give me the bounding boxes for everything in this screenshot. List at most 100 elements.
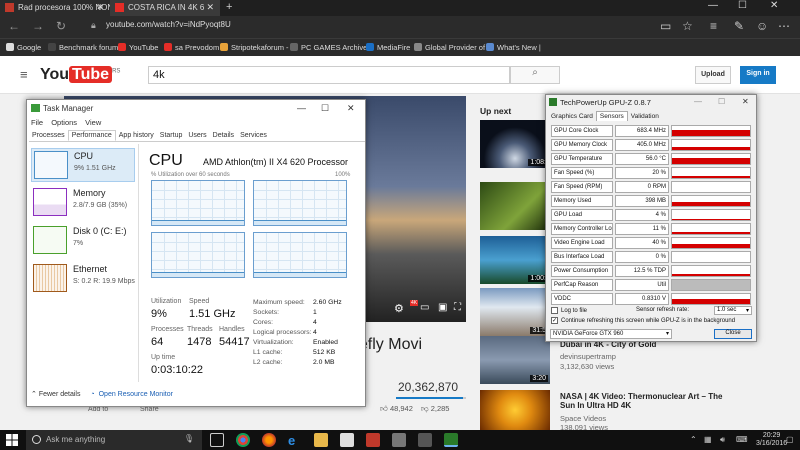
action-center-icon[interactable]: ▢ (786, 435, 794, 444)
tab-users[interactable]: Users (185, 131, 209, 140)
cortana-search-box[interactable]: Ask me anything 🎙︎ (26, 430, 202, 450)
tab-sensors[interactable]: Sensors (595, 111, 628, 121)
app-icon[interactable] (366, 433, 380, 447)
sensor-label[interactable]: PerfCap Reason (551, 279, 613, 291)
resource-disk[interactable]: Disk 0 (C: E:) 7% (31, 224, 135, 258)
fav-item-pcgames[interactable]: PC GAMES Archives (290, 43, 371, 52)
tab-graphics-card[interactable]: Graphics Card (548, 112, 596, 121)
fav-item-youtube[interactable]: YouTube (118, 43, 158, 52)
resource-memory[interactable]: Memory 2.8/7.9 GB (35%) (31, 186, 135, 220)
youtube-logo[interactable]: You Tube RS (40, 66, 120, 84)
more-icon[interactable]: ⋯ (778, 19, 790, 33)
favorite-star-icon[interactable]: ☆ (682, 19, 693, 33)
dislike-count[interactable]: 2,285 (431, 404, 450, 413)
refresh-rate-select[interactable]: 1.0 sec ▾ (714, 306, 752, 315)
add-to-button[interactable]: Add to (88, 406, 108, 413)
web-note-icon[interactable]: ✎ (734, 19, 744, 33)
store-icon[interactable] (340, 433, 354, 447)
tab-validation[interactable]: Validation (628, 112, 662, 121)
maximize-icon[interactable]: ☐ (738, 0, 747, 11)
tray-expand-icon[interactable]: ⌃ (690, 435, 697, 444)
new-tab-button[interactable]: + (226, 1, 232, 13)
sidebar-thumbnail[interactable]: 3:20 (480, 336, 550, 384)
keyboard-icon[interactable]: ⌨ (736, 435, 748, 444)
sensor-label[interactable]: GPU Core Clock (551, 125, 613, 137)
gpuz-taskbar-icon[interactable] (444, 433, 458, 447)
share-button[interactable]: Share (140, 406, 159, 413)
sidebar-thumbnail[interactable] (480, 182, 550, 230)
tab-close-icon[interactable]: ✕ (96, 2, 104, 13)
menu-options[interactable]: Options (51, 118, 77, 127)
like-count[interactable]: 48,942 (390, 404, 413, 413)
browser-tab-1[interactable]: Rad procesora 100% NON S ✕ (0, 0, 110, 16)
maximize-icon[interactable]: ☐ (718, 97, 725, 106)
chevron-up-icon[interactable]: ⌃ (31, 391, 37, 398)
cast-icon[interactable]: ▣ (438, 302, 447, 313)
sidebar-thumbnail[interactable] (480, 390, 550, 430)
network-icon[interactable]: ▦ (704, 435, 712, 444)
sensor-label[interactable]: Power Consumption (551, 265, 613, 277)
fav-item-google[interactable]: Google (6, 43, 41, 52)
resource-monitor-link[interactable]: Open Resource Monitor (99, 391, 173, 398)
fav-item-global[interactable]: Global Provider of (414, 43, 485, 52)
tab-processes[interactable]: Processes (29, 131, 68, 140)
minimize-icon[interactable]: — (297, 103, 306, 113)
file-explorer-icon[interactable] (314, 433, 328, 447)
fav-item-whatsnew[interactable]: What's New | (486, 43, 541, 52)
sensor-label[interactable]: Fan Speed (RPM) (551, 181, 613, 193)
guide-menu-icon[interactable]: ≡ (20, 67, 28, 82)
resource-ethernet[interactable]: Ethernet S: 0.2 R: 19.9 Mbps (31, 262, 135, 296)
tab-startup[interactable]: Startup (157, 131, 186, 140)
sidebar-thumbnail[interactable]: 31:5 (480, 288, 550, 336)
maximize-icon[interactable]: ☐ (321, 103, 329, 114)
tab-services[interactable]: Services (237, 131, 270, 140)
chrome-icon[interactable] (236, 433, 250, 447)
menu-file[interactable]: File (31, 118, 43, 127)
share-icon[interactable]: ☺ (756, 19, 768, 33)
app-icon[interactable] (392, 433, 406, 447)
search-input[interactable]: 4k (148, 66, 510, 84)
dislike-icon[interactable]: 👎︎ (421, 404, 429, 413)
menu-view[interactable]: View (85, 118, 101, 127)
close-icon[interactable]: ✕ (742, 97, 749, 106)
fav-item-benchmark[interactable]: Benchmark forum (48, 43, 118, 52)
sign-in-button[interactable]: Sign in (740, 66, 776, 84)
fav-item-prevodom[interactable]: sa Prevodom (164, 43, 219, 52)
sidebar-video-title[interactable]: NASA | 4K Video: Thermonuclear Art – The… (560, 392, 730, 410)
refresh-icon[interactable]: ↻ (56, 19, 66, 33)
close-button[interactable]: Close (714, 329, 752, 339)
fav-item-mediafire[interactable]: MediaFire (366, 43, 410, 52)
app-icon[interactable] (418, 433, 432, 447)
sensor-label[interactable]: Memory Controller Load (551, 223, 613, 235)
browser-tab-2[interactable]: COSTA RICA IN 4K 6 ✕ (110, 0, 220, 16)
gpu-select[interactable]: NVIDIA GeForce GTX 960 ▾ (550, 329, 672, 339)
sensor-label[interactable]: VDDC (551, 293, 613, 305)
sensor-label[interactable]: Bus Interface Load (551, 251, 613, 263)
sensor-label[interactable]: Memory Used (551, 195, 613, 207)
forward-icon[interactable]: → (32, 19, 44, 33)
continue-refresh-checkbox[interactable]: ✓ Continue refreshing this screen while G… (551, 317, 735, 324)
sensor-label[interactable]: Fan Speed (%) (551, 167, 613, 179)
resource-cpu[interactable]: CPU 9% 1.51 GHz (31, 148, 135, 182)
back-icon[interactable]: ← (8, 19, 20, 33)
close-icon[interactable]: ✕ (347, 103, 355, 114)
search-button[interactable]: ⌕ (510, 66, 560, 84)
sensor-label[interactable]: GPU Load (551, 209, 613, 221)
sensor-label[interactable]: GPU Memory Clock (551, 139, 613, 151)
hub-icon[interactable]: ≡ (710, 19, 717, 33)
tab-close-icon[interactable]: ✕ (206, 2, 214, 13)
task-view-icon[interactable] (210, 433, 224, 447)
settings-icon[interactable]: ⚙ (394, 302, 404, 315)
clock[interactable]: 20:29 3/16/2016 (756, 432, 787, 448)
fav-item-stripoteka[interactable]: Stripotekaforum - (220, 43, 289, 52)
edge-icon[interactable]: e (288, 433, 302, 448)
sidebar-video-channel[interactable]: Space Videos (560, 414, 606, 423)
address-input[interactable]: 🔒︎ youtube.com/watch?v=iNdPyoqt8U (88, 20, 648, 34)
sensor-label[interactable]: GPU Temperature (551, 153, 613, 165)
sidebar-video-channel[interactable]: devinsupertramp (560, 352, 616, 361)
upload-button[interactable]: Upload (695, 66, 731, 84)
like-icon[interactable]: 👍︎ (380, 404, 388, 413)
tab-details[interactable]: Details (210, 131, 237, 140)
volume-icon[interactable]: 🔊︎ (720, 435, 725, 445)
firefox-icon[interactable] (262, 433, 276, 447)
